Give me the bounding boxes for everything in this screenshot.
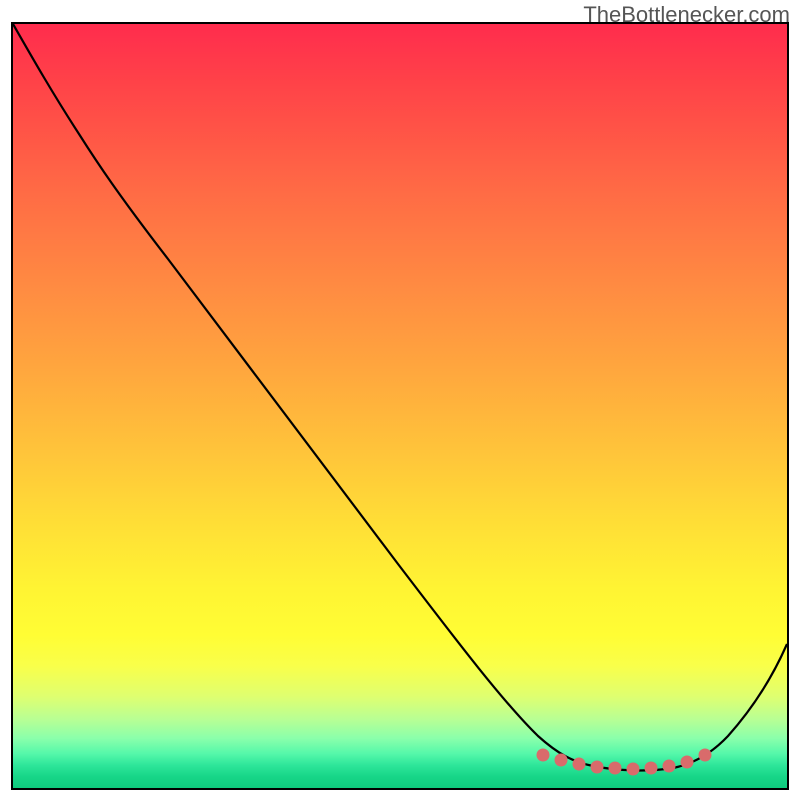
bottleneck-curve-line xyxy=(13,24,787,770)
chart-svg xyxy=(13,24,787,788)
watermark-text: TheBottlenecker.com xyxy=(583,2,790,28)
chart-plot-area xyxy=(11,22,789,790)
optimal-range-dots xyxy=(537,749,712,776)
